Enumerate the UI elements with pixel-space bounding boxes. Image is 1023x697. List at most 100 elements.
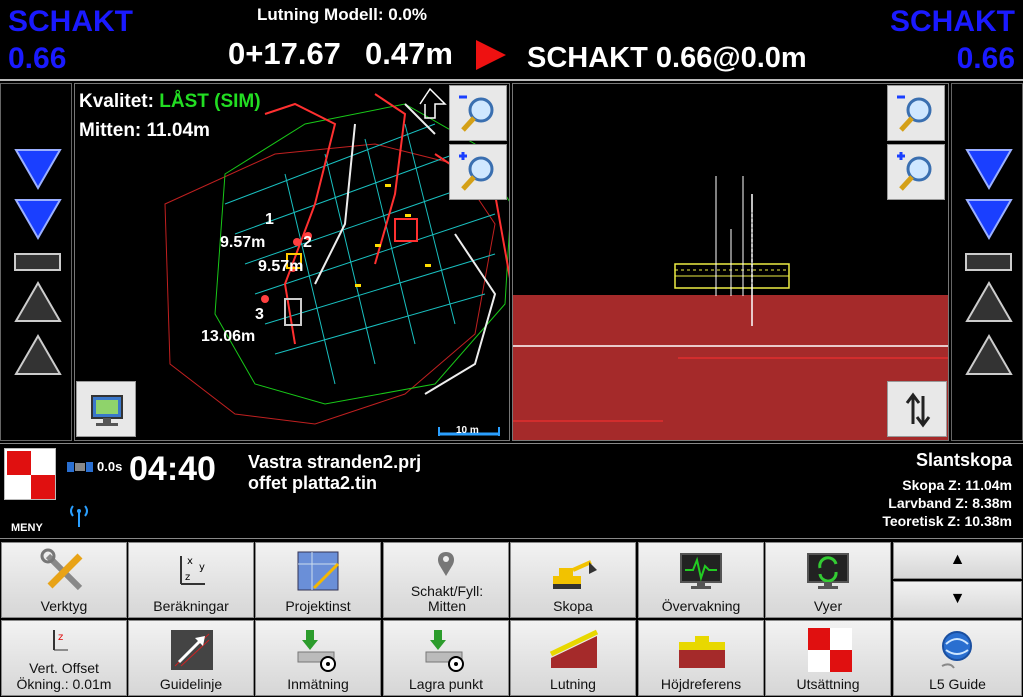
measure-label: Inmätning — [287, 676, 349, 692]
zoom-in-button[interactable] — [449, 144, 507, 200]
svg-text:z: z — [58, 632, 63, 643]
north-label: N — [426, 92, 435, 106]
guideline-arrow-icon — [171, 630, 213, 670]
vertical-offset-button[interactable]: z Vert. Offset Ökning.: 0.01m — [1, 620, 127, 696]
map-label-4: 9.57m — [258, 258, 304, 275]
right-arrow-icon — [476, 40, 506, 70]
swap-vertical-icon — [905, 392, 931, 428]
swap-view-button[interactable] — [887, 381, 947, 437]
quality-readout: Kvalitet: LÅST (SIM) — [79, 91, 261, 113]
zoom-in-icon — [897, 152, 932, 191]
left-cut-label: SCHAKT — [8, 5, 133, 38]
zoom-out-button[interactable] — [449, 85, 507, 141]
monitoring-button[interactable]: Övervakning — [638, 542, 764, 618]
store-point-button[interactable]: Lagra punkt — [383, 620, 509, 696]
profile-zoom-out-button[interactable] — [887, 85, 945, 141]
top-status-bar: SCHAKT 0.66 Lutning Modell: 0.0% 0+17.67… — [0, 0, 1023, 81]
cut-fill-label: Schakt/Fyll: Mitten — [410, 583, 484, 614]
xyz-axes-icon: xyz — [180, 556, 205, 585]
up-triangle-icon — [14, 334, 62, 375]
model-slope: Lutning Modell: 0.0% — [257, 5, 427, 24]
map-label-3: 2 — [303, 234, 312, 251]
map-view-button[interactable] — [76, 381, 136, 437]
project-file: Vastra stranden2.prj — [248, 452, 422, 472]
profile-view[interactable] — [512, 83, 949, 441]
track-z: Larvband Z: 8.38m — [888, 495, 1012, 511]
views-refresh-icon — [807, 553, 849, 589]
right-cut-value: 0.66 — [956, 42, 1015, 75]
down-triangle-icon — [14, 199, 62, 240]
monitoring-label: Övervakning — [661, 598, 741, 614]
help-globe-icon — [941, 631, 972, 669]
z-axis-icon: z — [53, 630, 68, 651]
l5-guide-label: L5 Guide — [929, 676, 986, 692]
up-triangle-icon — [965, 334, 1013, 375]
guideline-label: Guidelinje — [159, 676, 223, 692]
svg-text:x: x — [187, 556, 193, 567]
function-menu: Verktyg xyz Beräkningar Projektinst Scha… — [0, 541, 1023, 697]
up-triangle-icon — [965, 281, 1013, 322]
vertical-offset-label: Vert. Offset Ökning.: 0.01m — [16, 660, 112, 692]
profile-zoom-in-button[interactable] — [887, 144, 945, 200]
menu-button[interactable] — [4, 448, 56, 500]
slope-button[interactable]: Lutning — [510, 620, 636, 696]
left-elevation-indicator — [0, 83, 72, 441]
stakeout-checker-icon — [808, 628, 852, 672]
zoom-out-icon — [897, 95, 932, 132]
tools-button[interactable]: Verktyg — [1, 542, 127, 618]
theoretical-z: Teoretisk Z: 10.38m — [882, 513, 1012, 529]
calculations-button[interactable]: xyz Beräkningar — [128, 542, 254, 618]
height-reference-label: Höjdreferens — [660, 676, 742, 692]
radio-signal-icon — [70, 505, 88, 527]
guideline-button[interactable]: Guidelinje — [128, 620, 254, 696]
clock: 04:40 — [129, 450, 216, 488]
store-point-label: Lagra punkt — [409, 676, 483, 692]
cut-at-offset: SCHAKT 0.66@0.0m — [527, 42, 807, 74]
scroll-up-button[interactable]: ▲ — [893, 542, 1022, 579]
monitor-icon — [91, 395, 123, 426]
zoom-in-icon — [459, 152, 494, 191]
menu-label: MENY — [11, 522, 43, 534]
station-value: 0+17.67 — [228, 36, 341, 71]
down-arrow-icon: ▼ — [949, 590, 966, 607]
right-elevation-indicator — [951, 83, 1023, 441]
tools-icon — [40, 548, 83, 591]
quality-value: LÅST (SIM) — [159, 91, 261, 112]
stakeout-label: Utsättning — [796, 676, 860, 692]
measure-button[interactable]: Inmätning — [255, 620, 381, 696]
satellite-icon — [67, 462, 93, 472]
measure-point-icon — [297, 630, 336, 672]
calculations-label: Beräkningar — [153, 598, 229, 614]
map-label-2: 9.57m — [220, 234, 266, 251]
profile-drawing — [513, 176, 948, 440]
stakeout-button[interactable]: Utsättning — [765, 620, 891, 696]
map-label-1: 1 — [265, 211, 274, 228]
bucket-button[interactable]: Skopa — [510, 542, 636, 618]
map-label-6: 13.06m — [201, 328, 256, 345]
l5-guide-button[interactable]: L5 Guide — [893, 620, 1022, 696]
bucket-z: Skopa Z: 11.04m — [902, 477, 1012, 493]
tools-label: Verktyg — [40, 598, 88, 614]
svg-text:y: y — [199, 562, 205, 573]
height-reference-icon — [679, 636, 725, 668]
slope-label: Lutning — [550, 676, 596, 692]
cut-fill-button[interactable]: Schakt/Fyll: Mitten — [383, 542, 509, 618]
height-reference-button[interactable]: Höjdreferens — [638, 620, 764, 696]
plan-view[interactable]: Kvalitet: LÅST (SIM) Mitten: 11.04m N 1 … — [74, 83, 510, 441]
scroll-down-button[interactable]: ▼ — [893, 581, 1022, 618]
down-triangle-icon — [965, 199, 1013, 240]
scale-label: 10 m — [456, 425, 479, 436]
slope-icon — [549, 629, 599, 668]
excavator-icon — [553, 560, 597, 589]
project-settings-button[interactable]: Projektinst — [255, 542, 381, 618]
right-cut-label: SCHAKT — [890, 5, 1015, 38]
map-pin-icon — [438, 552, 454, 576]
project-settings-label: Projektinst — [285, 598, 351, 614]
map-label-5: 3 — [255, 306, 264, 323]
svg-text:z: z — [185, 572, 190, 583]
on-grade-bar — [965, 253, 1012, 271]
surface-file: offet platta2.tin — [248, 473, 377, 493]
views-button[interactable]: Vyer — [765, 542, 891, 618]
on-grade-bar — [14, 253, 61, 271]
up-arrow-icon: ▲ — [949, 551, 966, 568]
